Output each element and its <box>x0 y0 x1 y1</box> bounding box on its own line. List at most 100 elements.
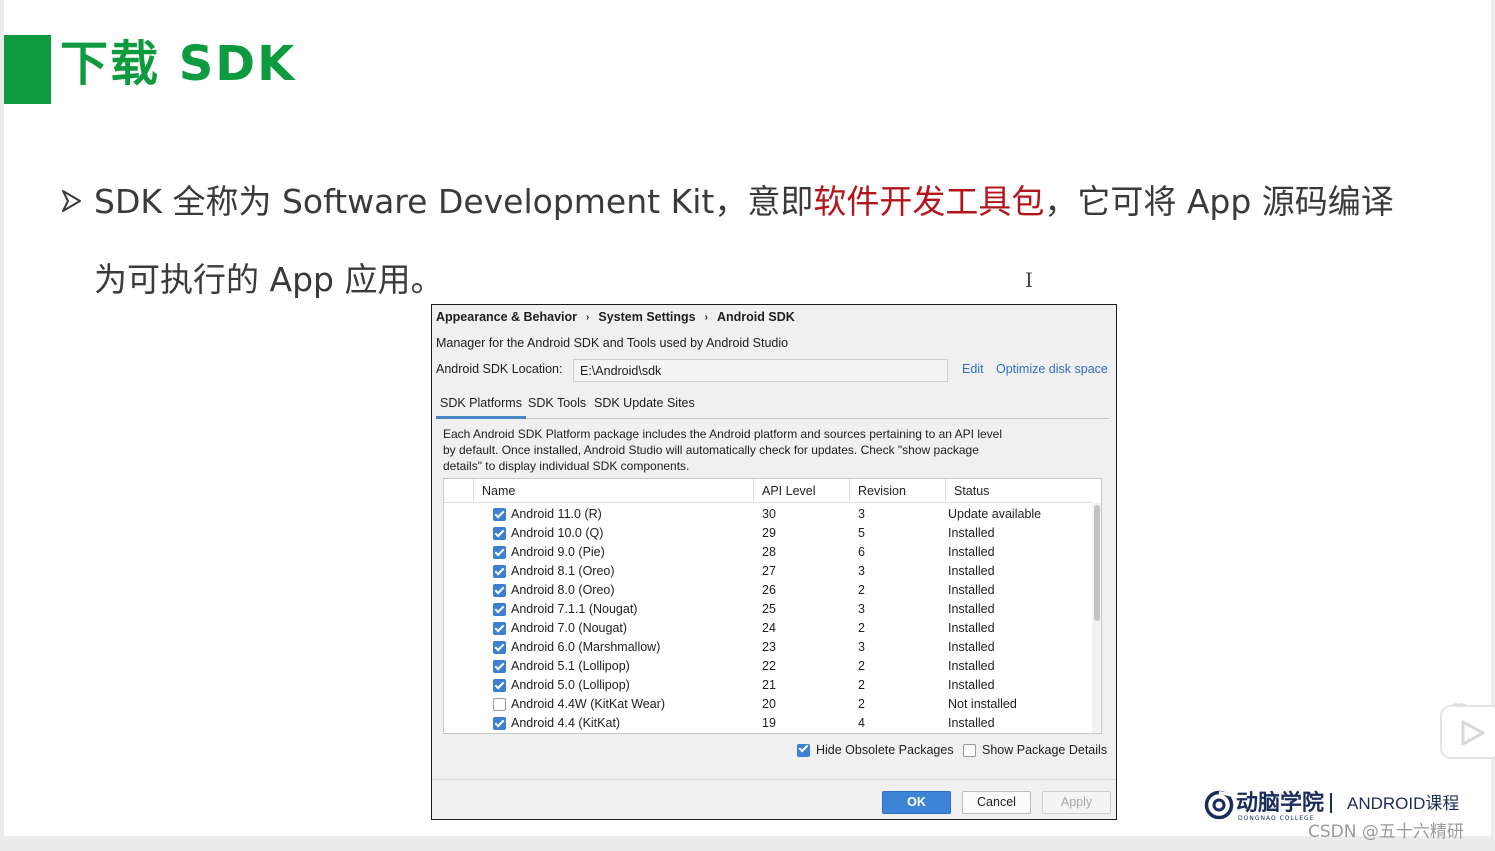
row-checkbox[interactable] <box>493 584 506 597</box>
column-header-name[interactable]: Name <box>473 479 753 503</box>
table-row[interactable]: Android 4.4W (KitKat Wear) 20 2 Not install… <box>444 695 1092 714</box>
table-row[interactable]: Android 7.0 (Nougat) 24 2 Installed <box>444 619 1092 638</box>
row-checkbox[interactable] <box>493 641 506 654</box>
row-name: Android 7.1.1 (Nougat) <box>511 602 638 616</box>
row-status: Installed <box>948 640 995 654</box>
row-api-level: 22 <box>762 659 776 673</box>
row-api-level: 24 <box>762 621 776 635</box>
breadcrumb-item-android-sdk[interactable]: Android SDK <box>717 310 795 324</box>
column-header-revision[interactable]: Revision <box>849 479 945 503</box>
row-checkbox[interactable] <box>493 508 506 521</box>
row-checkbox[interactable] <box>493 603 506 616</box>
bullet-text-part-b: ，它可将 App 源码编译 <box>1044 182 1394 221</box>
row-checkbox[interactable] <box>493 679 506 692</box>
arrow-bullet-icon <box>62 190 81 212</box>
sdk-location-label: Android SDK Location: <box>436 362 563 376</box>
table-scrollbar[interactable] <box>1092 503 1101 733</box>
title-accent-bar <box>4 35 51 104</box>
row-api-level: 26 <box>762 583 776 597</box>
sdk-platforms-table: Name API Level Revision Status Android 1… <box>443 478 1102 734</box>
row-name: Android 6.0 (Marshmallow) <box>511 640 661 654</box>
table-row[interactable]: Android 4.4 (KitKat) 19 4 Installed <box>444 714 1092 733</box>
table-row[interactable]: Android 5.0 (Lollipop) 21 2 Installed <box>444 676 1092 695</box>
row-revision: 2 <box>858 583 865 597</box>
row-name: Android 11.0 (R) <box>511 507 602 521</box>
row-checkbox[interactable] <box>493 546 506 559</box>
table-row[interactable]: Android 8.0 (Oreo) 26 2 Installed <box>444 581 1092 600</box>
row-name: Android 8.1 (Oreo) <box>511 564 615 578</box>
row-revision: 2 <box>858 621 865 635</box>
hide-obsolete-checkbox[interactable] <box>797 743 810 757</box>
row-name: Android 5.1 (Lollipop) <box>511 659 630 673</box>
table-row[interactable]: Android 5.1 (Lollipop) 22 2 Installed <box>444 657 1092 676</box>
optimize-disk-space-link[interactable]: Optimize disk space <box>996 362 1108 376</box>
ok-button[interactable]: OK <box>882 791 951 814</box>
row-status: Installed <box>948 602 995 616</box>
row-name: Android 7.0 (Nougat) <box>511 621 628 635</box>
csdn-watermark: CSDN @五十六精研 <box>1308 822 1464 842</box>
table-row[interactable]: Android 6.0 (Marshmallow) 23 3 Installed <box>444 638 1092 657</box>
row-name: Android 5.0 (Lollipop) <box>511 678 630 692</box>
breadcrumb-item-appearance[interactable]: Appearance & Behavior <box>436 310 577 324</box>
row-status: Installed <box>948 678 995 692</box>
table-body: Android 11.0 (R) 30 3 Update available Andro… <box>444 505 1092 733</box>
row-checkbox[interactable] <box>493 622 506 635</box>
scrollbar-thumb[interactable] <box>1094 505 1100 621</box>
row-name: Android 4.4 (KitKat) <box>511 716 621 730</box>
row-checkbox[interactable] <box>493 698 506 711</box>
row-api-level: 27 <box>762 564 776 578</box>
row-status: Not installed <box>948 697 1017 711</box>
sdk-tabs: SDK Platforms SDK Tools SDK Update Sites <box>436 391 1109 419</box>
row-api-level: 28 <box>762 545 776 559</box>
breadcrumb-separator: › <box>586 311 590 323</box>
row-revision: 3 <box>858 640 865 654</box>
tab-sdk-tools[interactable]: SDK Tools <box>524 396 590 419</box>
row-status: Installed <box>948 716 995 730</box>
sdk-location-input[interactable] <box>573 359 948 382</box>
row-api-level: 21 <box>762 678 776 692</box>
row-checkbox[interactable] <box>493 565 506 578</box>
row-status: Installed <box>948 621 995 635</box>
footer-divider <box>432 779 1116 780</box>
table-row[interactable]: Android 10.0 (Q) 29 5 Installed <box>444 524 1092 543</box>
video-play-icon[interactable] <box>1438 700 1495 760</box>
hide-obsolete-option[interactable]: Hide Obsolete Packages <box>797 742 954 758</box>
row-status: Installed <box>948 583 995 597</box>
row-name: Android 8.0 (Oreo) <box>511 583 615 597</box>
table-row[interactable]: Android 7.1.1 (Nougat) 25 3 Installed <box>444 600 1092 619</box>
table-row[interactable]: Android 8.1 (Oreo) 27 3 Installed <box>444 562 1092 581</box>
row-api-level: 30 <box>762 507 776 521</box>
row-checkbox[interactable] <box>493 660 506 673</box>
row-checkbox[interactable] <box>493 527 506 540</box>
column-header-select <box>444 479 473 503</box>
table-row[interactable]: Android 11.0 (R) 30 3 Update available <box>444 505 1092 524</box>
row-checkbox[interactable] <box>493 717 506 730</box>
row-name: Android 4.4W (KitKat Wear) <box>511 697 665 711</box>
row-api-level: 29 <box>762 526 776 540</box>
row-api-level: 23 <box>762 640 776 654</box>
cancel-button[interactable]: Cancel <box>962 791 1031 814</box>
show-details-checkbox[interactable] <box>963 743 976 757</box>
bullet-text-line-2: 为可执行的 App 应用。 <box>94 260 444 299</box>
row-revision: 2 <box>858 697 865 711</box>
row-api-level: 19 <box>762 716 776 730</box>
brand-name: 动脑学院 <box>1236 791 1325 816</box>
column-header-status[interactable]: Status <box>945 479 1092 503</box>
edit-link[interactable]: Edit <box>962 362 984 376</box>
table-row[interactable]: Android 9.0 (Pie) 28 6 Installed <box>444 543 1092 562</box>
show-details-option[interactable]: Show Package Details <box>963 742 1107 758</box>
platforms-description: Each Android SDK Platform package includ… <box>443 427 1002 473</box>
show-details-label: Show Package Details <box>982 743 1108 757</box>
brand-subtitle: DONGNAO COLLEGE <box>1238 815 1315 822</box>
row-api-level: 25 <box>762 602 776 616</box>
tab-sdk-platforms[interactable]: SDK Platforms <box>436 396 526 419</box>
row-status: Installed <box>948 545 995 559</box>
row-revision: 6 <box>858 545 865 559</box>
tab-sdk-update-sites[interactable]: SDK Update Sites <box>590 396 699 419</box>
row-api-level: 20 <box>762 697 776 711</box>
breadcrumb-item-system-settings[interactable]: System Settings <box>598 310 695 324</box>
column-header-api-level[interactable]: API Level <box>753 479 849 503</box>
brand-divider <box>1330 793 1332 813</box>
row-status: Update available <box>948 507 1042 521</box>
apply-button[interactable]: Apply <box>1042 791 1111 814</box>
